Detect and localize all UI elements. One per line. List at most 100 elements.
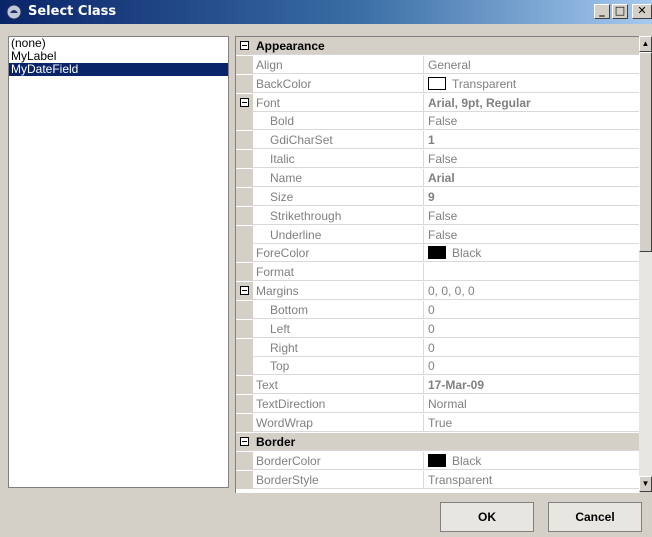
property-value[interactable]: 0 xyxy=(428,357,634,375)
property-value[interactable]: True xyxy=(428,414,634,432)
category-label: Appearance xyxy=(256,39,325,53)
row-gutter xyxy=(236,150,253,168)
ok-button[interactable]: OK xyxy=(440,502,534,532)
row-gutter xyxy=(236,56,253,74)
property-row[interactable]: Size 9 xyxy=(236,188,640,206)
property-value[interactable]: 17-Mar-09 xyxy=(428,376,634,394)
property-value[interactable]: 1 xyxy=(428,131,634,149)
collapse-toggle-icon[interactable] xyxy=(240,98,249,107)
property-value-text: 0 xyxy=(428,341,435,355)
property-value[interactable]: Arial, 9pt, Regular xyxy=(428,94,634,112)
property-value[interactable]: False xyxy=(428,226,634,244)
property-value[interactable]: Black xyxy=(428,244,634,262)
property-value-text: False xyxy=(428,228,458,242)
cancel-button[interactable]: Cancel xyxy=(548,502,642,532)
property-row[interactable]: Text 17-Mar-09 xyxy=(236,376,640,394)
property-row[interactable]: Left 0 xyxy=(236,320,640,338)
row-gutter xyxy=(236,244,253,262)
property-row[interactable]: Format xyxy=(236,263,640,281)
property-value[interactable]: False xyxy=(428,207,634,225)
row-gutter xyxy=(236,414,253,432)
row-gutter xyxy=(236,188,253,206)
color-swatch xyxy=(428,77,446,90)
property-name: BorderColor xyxy=(256,452,424,470)
property-row[interactable]: GdiCharSet 1 xyxy=(236,131,640,149)
row-gutter xyxy=(236,301,253,319)
property-row[interactable]: TextDirection Normal xyxy=(236,395,640,413)
scroll-up-button[interactable]: ▲ xyxy=(639,36,652,52)
property-name: Format xyxy=(256,263,424,281)
property-name: TextDirection xyxy=(256,395,424,413)
class-listbox[interactable]: (none) MyLabel MyDateField xyxy=(8,36,229,488)
property-value[interactable]: Transparent xyxy=(428,471,634,489)
property-row[interactable]: Font Arial, 9pt, Regular xyxy=(236,94,640,112)
property-value[interactable]: Transparent xyxy=(428,75,634,93)
property-row[interactable]: Align General xyxy=(236,56,640,74)
row-gutter xyxy=(236,75,253,93)
property-name: WordWrap xyxy=(256,414,424,432)
property-value[interactable]: Arial xyxy=(428,169,634,187)
property-value[interactable]: 0 xyxy=(428,339,634,357)
property-name: Font xyxy=(256,94,424,112)
property-name: Text xyxy=(256,376,424,394)
property-value-text: Transparent xyxy=(428,473,493,487)
row-gutter xyxy=(236,452,253,470)
property-row[interactable]: Bottom 0 xyxy=(236,301,640,319)
row-gutter xyxy=(236,357,253,375)
property-value[interactable]: 0 xyxy=(428,320,634,338)
property-value-text: False xyxy=(428,114,458,128)
category-label: Border xyxy=(256,435,296,449)
property-name: Left xyxy=(256,320,424,338)
property-row[interactable]: BackColor Transparent xyxy=(236,75,640,93)
property-value-text: Arial, 9pt, Regular xyxy=(428,96,531,110)
row-gutter xyxy=(236,131,253,149)
property-name: Size xyxy=(256,188,424,206)
property-row[interactable]: Bold False xyxy=(236,112,640,130)
maximize-button[interactable]: □ xyxy=(612,4,628,19)
row-gutter xyxy=(236,320,253,338)
property-name: Underline xyxy=(256,226,424,244)
property-row[interactable]: BorderColor Black xyxy=(236,452,640,470)
property-row[interactable]: Top 0 xyxy=(236,357,640,375)
property-value-text: Arial xyxy=(428,171,455,185)
row-gutter xyxy=(236,37,253,55)
property-row[interactable]: Italic False xyxy=(236,150,640,168)
property-row[interactable]: Underline False xyxy=(236,226,640,244)
property-grid-scrollbar[interactable]: ▲ ▼ xyxy=(639,36,652,492)
scroll-thumb[interactable] xyxy=(639,52,652,252)
collapse-toggle-icon[interactable] xyxy=(240,41,249,50)
property-value[interactable]: False xyxy=(428,150,634,168)
property-value-text: 9 xyxy=(428,190,435,204)
property-name: Strikethrough xyxy=(256,207,424,225)
property-row[interactable]: BorderStyle Transparent xyxy=(236,471,640,489)
title-bar[interactable]: Select Class _ □ ✕ xyxy=(0,0,652,24)
class-list-item[interactable]: MyDateField xyxy=(9,63,228,76)
close-button[interactable]: ✕ xyxy=(632,4,652,19)
row-gutter xyxy=(236,169,253,187)
category-row[interactable]: Border xyxy=(236,433,640,451)
property-row[interactable]: WordWrap True xyxy=(236,414,640,432)
collapse-toggle-icon[interactable] xyxy=(240,286,249,295)
property-grid[interactable]: Appearance Align General BackColor Transpare… xyxy=(235,36,640,493)
property-value[interactable]: Normal xyxy=(428,395,634,413)
property-value[interactable]: General xyxy=(428,56,634,74)
property-value[interactable]: False xyxy=(428,112,634,130)
property-value-text: Normal xyxy=(428,397,467,411)
property-value[interactable]: Black xyxy=(428,452,634,470)
property-value[interactable] xyxy=(428,263,634,281)
minimize-button[interactable]: _ xyxy=(594,4,610,19)
row-gutter xyxy=(236,433,253,451)
property-value[interactable]: 9 xyxy=(428,188,634,206)
property-value[interactable]: 0, 0, 0, 0 xyxy=(428,282,634,300)
property-row[interactable]: Strikethrough False xyxy=(236,207,640,225)
property-row[interactable]: Name Arial xyxy=(236,169,640,187)
collapse-toggle-icon[interactable] xyxy=(240,437,249,446)
property-value[interactable]: 0 xyxy=(428,301,634,319)
property-row[interactable]: Margins 0, 0, 0, 0 xyxy=(236,282,640,300)
category-row[interactable]: Appearance xyxy=(236,37,640,55)
scroll-down-button[interactable]: ▼ xyxy=(639,476,652,492)
property-name: GdiCharSet xyxy=(256,131,424,149)
property-row[interactable]: ForeColor Black xyxy=(236,244,640,262)
property-value-text: General xyxy=(428,58,471,72)
property-row[interactable]: Right 0 xyxy=(236,339,640,357)
